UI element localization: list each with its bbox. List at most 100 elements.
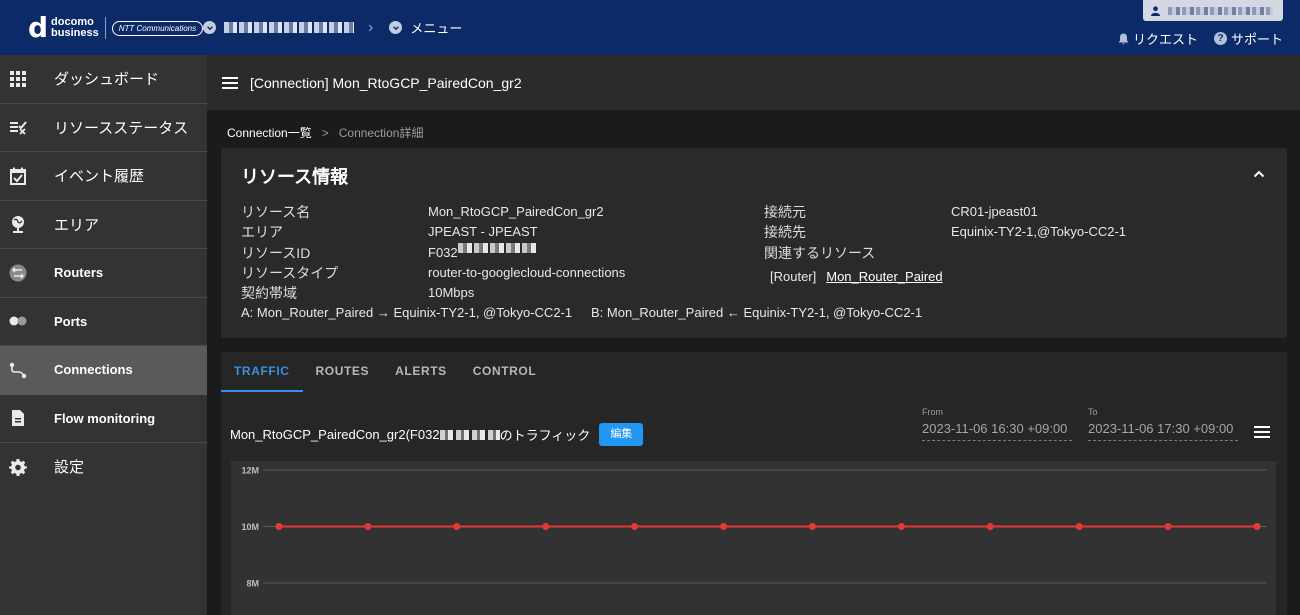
logo-wordmark: docomo business — [51, 17, 99, 39]
from-input[interactable]: 2023-11-06 16:30 +09:00 — [922, 421, 1072, 441]
traffic-chart-svg: 12M 10M 8M — [241, 466, 1267, 589]
info-value: CR01-jpeast01 — [951, 204, 1038, 219]
sidebar-item-label: Ports — [54, 313, 88, 329]
data-point[interactable] — [364, 523, 372, 530]
to-input[interactable]: 2023-11-06 17:30 +09:00 — [1088, 421, 1238, 441]
sidebar: ダッシュボード リソースステータス イベント履歴 エリア Routers Por… — [0, 55, 207, 615]
info-value: Mon_RtoGCP_PairedCon_gr2 — [428, 204, 604, 219]
tab-control[interactable]: CONTROL — [460, 352, 550, 392]
hamburger-menu-icon[interactable] — [222, 76, 238, 89]
document-icon — [9, 409, 27, 427]
help-icon: ? — [1214, 32, 1228, 45]
logo-line2: business — [51, 27, 99, 39]
sidebar-item-routers[interactable]: Routers — [0, 249, 207, 298]
sidebar-item-label: Routers — [54, 265, 104, 281]
sidebar-item-dashboard[interactable]: ダッシュボード — [0, 55, 207, 104]
edit-button[interactable]: 編集 — [599, 423, 644, 446]
related-router-link[interactable]: Mon_Router_Paired — [826, 267, 942, 287]
data-point[interactable] — [986, 523, 994, 530]
sidebar-item-connections[interactable]: Connections — [0, 346, 207, 395]
sidebar-item-label: Connections — [54, 362, 133, 378]
menu-dropdown[interactable]: メニュー — [410, 18, 462, 37]
data-point[interactable] — [1253, 523, 1261, 530]
page-titlebar: [Connection] Mon_RtoGCP_PairedCon_gr2 — [207, 55, 1300, 110]
to-range: To 2023-11-06 17:30 +09:00 — [1088, 407, 1238, 441]
page-title: [Connection] Mon_RtoGCP_PairedCon_gr2 — [250, 74, 522, 91]
sidebar-item-settings[interactable]: 設定 — [0, 443, 207, 492]
info-label: リソースID — [241, 244, 311, 261]
user-account-box[interactable] — [1143, 0, 1283, 21]
info-label: 契約帯域 — [241, 285, 297, 302]
docomo-business-logo[interactable]: d docomo business NTT Communications — [28, 11, 204, 44]
info-row-destination: 接続先 Equinix-TY2-1,@Tokyo-CC2-1 — [764, 222, 1126, 242]
info-row-paths: A: Mon_Router_Paired → Equinix-TY2-1, @T… — [241, 303, 922, 323]
gear-icon — [9, 458, 27, 476]
chart-title-suffix: のトラフィック — [499, 428, 591, 443]
info-value: JPEAST - JPEAST — [428, 224, 538, 240]
breadcrumb-current: Connection詳細 — [338, 126, 424, 140]
info-label: 接続元 — [764, 204, 806, 220]
tab-traffic[interactable]: TRAFFIC — [221, 352, 303, 392]
info-row-source: 接続元 CR01-jpeast01 — [764, 202, 1126, 222]
user-icon — [1151, 5, 1160, 16]
request-link[interactable]: リクエスト — [1118, 29, 1198, 48]
info-row-related: 関連するリソース — [764, 243, 1126, 263]
sidebar-item-event-history[interactable]: イベント履歴 — [0, 152, 207, 201]
chart-menu-icon[interactable] — [1254, 426, 1270, 438]
data-point[interactable] — [453, 523, 461, 530]
tab-routes[interactable]: ROUTES — [303, 352, 383, 392]
data-point[interactable] — [631, 523, 639, 530]
info-label: リソースタイプ — [241, 264, 339, 281]
y-tick-label: 10M — [241, 522, 259, 532]
info-value: 10Mbps — [428, 285, 475, 301]
support-label: サポート — [1231, 32, 1284, 47]
sidebar-item-flow-monitoring[interactable]: Flow monitoring — [0, 395, 207, 443]
connection-icon — [9, 361, 27, 379]
grid-icon — [9, 70, 27, 88]
breadcrumb-separator: > — [321, 125, 329, 140]
tab-alerts[interactable]: ALERTS — [382, 352, 460, 392]
sidebar-item-resource-status[interactable]: リソースステータス — [0, 104, 207, 152]
logo-mark: d — [28, 11, 49, 44]
ports-icon — [9, 312, 27, 330]
data-point[interactable] — [275, 523, 283, 530]
info-label: 関連するリソース — [764, 244, 876, 261]
breadcrumb-connection-list[interactable]: Connection一覧 — [227, 124, 312, 141]
from-range: From 2023-11-06 16:30 +09:00 — [922, 407, 1072, 441]
calendar-check-icon — [9, 167, 27, 185]
info-label: リソース名 — [241, 204, 311, 220]
y-tick-label: 12M — [241, 466, 259, 476]
data-point[interactable] — [808, 523, 816, 530]
resource-info-title: リソース情報 — [241, 167, 349, 187]
traffic-chart: 12M 10M 8M — [231, 461, 1276, 615]
data-point[interactable] — [720, 523, 728, 530]
to-label: To — [1088, 407, 1098, 417]
globe-icon — [9, 215, 27, 234]
sidebar-item-label: イベント履歴 — [54, 168, 145, 186]
related-resource-row: [Router] Mon_Router_Paired — [764, 267, 1126, 287]
path-a: A: Mon_Router_Paired → Equinix-TY2-1, @T… — [241, 305, 573, 321]
chart-title-prefix: Mon_RtoGCP_PairedCon_gr2(F032 — [230, 427, 440, 442]
data-point[interactable] — [1075, 523, 1083, 530]
sidebar-item-label: ダッシュボード — [54, 71, 160, 89]
tenant-name-masked[interactable] — [224, 22, 354, 33]
chart-title-id-masked — [439, 429, 500, 440]
sidebar-item-label: 設定 — [54, 459, 85, 477]
info-value: Equinix-TY2-1,@Tokyo-CC2-1 — [951, 224, 1127, 240]
sidebar-item-area[interactable]: エリア — [0, 201, 207, 249]
router-icon — [9, 264, 27, 282]
traffic-panel: TRAFFIC ROUTES ALERTS CONTROL Mon_RtoGCP… — [221, 352, 1287, 615]
chevron-down-icon[interactable] — [203, 21, 216, 34]
info-value: router-to-googlecloud-connections — [428, 264, 626, 280]
resource-info-card: リソース情報 リソース名 Mon_RtoGCP_PairedCon_gr2 エリア… — [221, 148, 1287, 338]
support-link[interactable]: ? サポート — [1214, 29, 1283, 48]
resource-info-right: 接続元 CR01-jpeast01 接続先 Equinix-TY2-1,@Tokyo… — [764, 202, 1126, 287]
chevron-up-icon[interactable] — [1253, 168, 1265, 180]
data-point[interactable] — [1164, 523, 1172, 530]
chevron-down-icon[interactable] — [389, 21, 403, 34]
request-label: リクエスト — [1133, 32, 1199, 47]
data-point[interactable] — [542, 523, 550, 530]
partner-logo: NTT Communications — [111, 20, 204, 36]
data-point[interactable] — [897, 523, 905, 530]
sidebar-item-ports[interactable]: Ports — [0, 298, 207, 346]
